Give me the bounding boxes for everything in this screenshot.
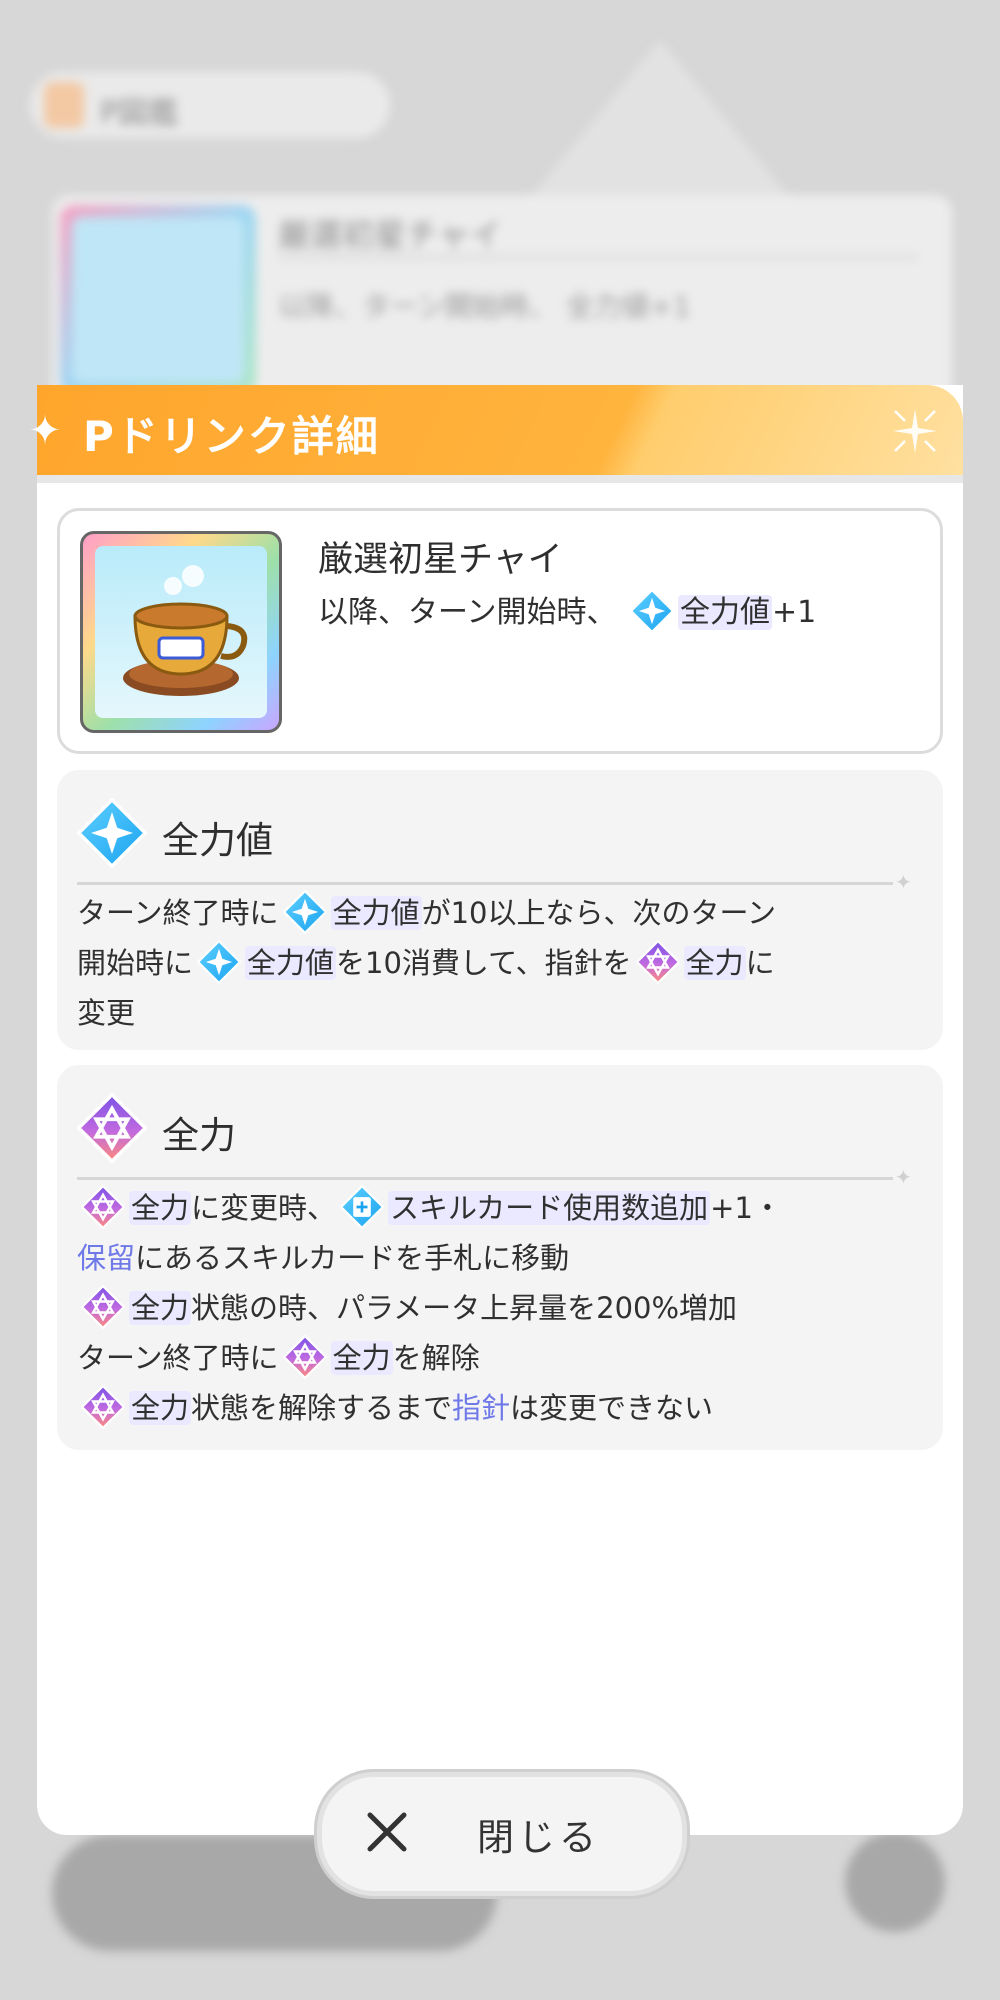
- text: ターン終了時に: [77, 1341, 279, 1375]
- background-thumbnail-inner: [72, 217, 244, 383]
- keyword-zenryoku[interactable]: 全力: [129, 1191, 192, 1225]
- keyword-link-shishin[interactable]: 指針: [452, 1391, 510, 1425]
- description-line: 全力状態を解除するまで指針は変更できない: [77, 1383, 927, 1433]
- text: ターン終了時に: [77, 896, 279, 930]
- item-effect-text: 以降、ターン開始時、: [318, 595, 617, 630]
- description-line: 全力に変更時、 スキルカード使用数追加+1・: [77, 1183, 927, 1233]
- zenryoku-icon: [636, 940, 680, 984]
- text: を10消費して、指針を: [336, 946, 632, 980]
- panel-divider: [77, 1177, 893, 1180]
- background-divider: [278, 256, 918, 259]
- item-name: 厳選初星チャイ: [318, 540, 563, 580]
- text: が10以上なら、次のターン: [421, 896, 777, 930]
- skill-card-plus-icon: [340, 1185, 384, 1229]
- p-drink-detail-dialog: Pドリンク詳細 厳選初星チャイ 以降、ターン開始時、 全力値+1 全力値 ✦ タ…: [37, 385, 963, 1835]
- dialog-header: Pドリンク詳細: [37, 385, 963, 475]
- panel-divider: [77, 882, 893, 885]
- panel-description: ターン終了時に 全力値が10以上なら、次のターン 開始時に 全力値を10消費して、指…: [77, 888, 927, 1038]
- text: +1・: [710, 1191, 782, 1225]
- chai-thumbnail-inner: [95, 546, 267, 718]
- close-button-label: 閉じる: [477, 1816, 600, 1859]
- zenryoku-icon: [77, 1093, 147, 1163]
- keyword-skill-card-use-count[interactable]: スキルカード使用数追加: [388, 1191, 711, 1225]
- chai-thumbnail: [80, 531, 282, 733]
- zenryokuchi-icon: [197, 940, 241, 984]
- item-effect: 以降、ターン開始時、 全力値+1: [318, 587, 816, 633]
- zenryoku-icon: [81, 1185, 125, 1229]
- item-effect-value: +1: [772, 595, 817, 630]
- text: にあるスキルカードを手札に移動: [135, 1241, 570, 1275]
- description-line: ターン終了時に 全力値が10以上なら、次のターン: [77, 888, 927, 938]
- background-decoration: [520, 40, 800, 210]
- text: 状態を解除するまで: [191, 1391, 453, 1425]
- background-tab-label: P図鑑: [100, 96, 179, 131]
- text: を解除: [392, 1341, 480, 1375]
- description-line: 保留にあるスキルカードを手札に移動: [77, 1233, 927, 1283]
- sparkle-icon: [893, 409, 937, 453]
- zenryoku-icon: [81, 1385, 125, 1429]
- keyword-panel-zenryoku: 全力 ✦ 全力に変更時、 スキルカード使用数追加+1・ 保留にあるスキルカードを手…: [57, 1065, 943, 1450]
- header-divider: [37, 475, 963, 483]
- keyword-zenryokuchi[interactable]: 全力値: [245, 946, 337, 980]
- keyword-link-horyu[interactable]: 保留: [77, 1241, 135, 1275]
- background-book-icon: [44, 82, 84, 128]
- description-line: ターン終了時に 全力を解除: [77, 1333, 927, 1383]
- background-tab-pill: [30, 72, 390, 138]
- zenryoku-icon: [81, 1285, 125, 1329]
- panel-title: 全力値: [162, 819, 273, 862]
- text: に変更時、: [191, 1191, 337, 1225]
- keyword-zenryoku[interactable]: 全力: [683, 946, 746, 980]
- keyword-zenryokuchi[interactable]: 全力値: [330, 896, 422, 930]
- keyword-zenryokuchi[interactable]: 全力値: [678, 595, 773, 630]
- keyword-zenryoku[interactable]: 全力: [129, 1291, 192, 1325]
- keyword-panel-zenryokuchi: 全力値 ✦ ターン終了時に 全力値が10以上なら、次のターン 開始時に 全力値を10…: [57, 770, 943, 1050]
- dialog-title: Pドリンク詳細: [83, 412, 380, 461]
- header-star-icon: ✦: [28, 408, 62, 454]
- keyword-zenryoku[interactable]: 全力: [129, 1391, 192, 1425]
- close-icon: [367, 1812, 407, 1852]
- zenryokuchi-icon: [283, 890, 327, 934]
- panel-description: 全力に変更時、 スキルカード使用数追加+1・ 保留にあるスキルカードを手札に移動 …: [77, 1183, 927, 1433]
- zenryokuchi-icon: [77, 798, 147, 868]
- description-line: 変更: [77, 996, 136, 1030]
- text: 状態の時、パラメータ上昇量を200%増加: [191, 1291, 738, 1325]
- background-menu-button: [845, 1832, 945, 1932]
- drink-item-card: 厳選初星チャイ 以降、ターン開始時、 全力値+1: [57, 508, 943, 754]
- panel-title: 全力: [162, 1114, 236, 1157]
- background-item-desc: 以降、ターン開始時、 全力値+1: [278, 290, 691, 323]
- chai-cup-icon: [123, 565, 248, 696]
- description-line: 全力状態の時、パラメータ上昇量を200%増加: [77, 1283, 927, 1333]
- text: 開始時に: [77, 946, 194, 980]
- background-item-name: 厳選初星チャイ: [278, 216, 502, 254]
- zenryokuchi-icon: [630, 589, 674, 633]
- description-line: 開始時に 全力値を10消費して、指針を 全力に: [77, 938, 927, 988]
- text: は変更できない: [510, 1391, 714, 1425]
- zenryoku-icon: [283, 1335, 327, 1379]
- close-button[interactable]: 閉じる: [317, 1772, 687, 1896]
- text: に: [745, 946, 775, 980]
- keyword-zenryoku[interactable]: 全力: [330, 1341, 393, 1375]
